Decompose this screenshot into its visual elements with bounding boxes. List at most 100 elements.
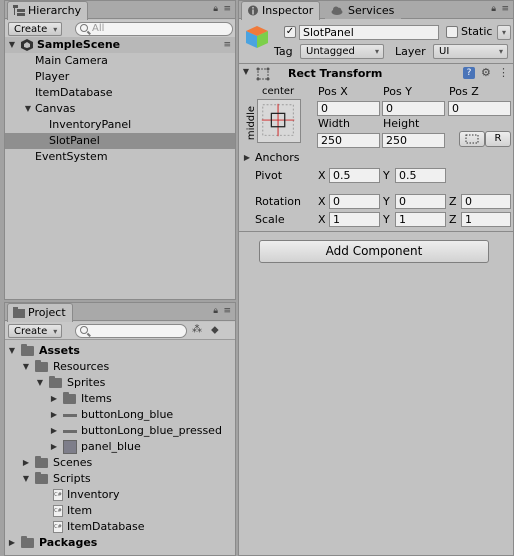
component-menu-icon[interactable]: ⋮ xyxy=(498,66,509,79)
pivot-label: Pivot xyxy=(255,169,283,182)
help-icon[interactable]: ? xyxy=(463,67,475,79)
lock-icon[interactable]: 🔒︎ xyxy=(213,4,218,14)
collapse-arrow-icon[interactable]: ▶ xyxy=(7,535,17,551)
collapse-arrow-icon[interactable]: ▶ xyxy=(49,423,59,439)
object-name-field[interactable]: SlotPanel xyxy=(299,25,439,40)
static-dropdown[interactable] xyxy=(497,25,511,40)
active-checkbox[interactable]: ✓ xyxy=(284,26,296,38)
collapse-arrow-icon[interactable]: ▶ xyxy=(242,153,252,162)
expand-arrow-icon[interactable]: ▼ xyxy=(21,471,31,487)
collapse-arrow-icon[interactable]: ▶ xyxy=(21,455,31,471)
hierarchy-item-selected[interactable]: SlotPanel xyxy=(5,133,235,149)
project-item-label: ItemDatabase xyxy=(67,520,145,533)
rotation-y-field[interactable]: 0 xyxy=(395,194,446,209)
hierarchy-item[interactable]: EventSystem xyxy=(5,149,235,165)
project-item[interactable]: ▶ buttonLong_blue_pressed xyxy=(5,423,235,439)
script-icon: C# xyxy=(53,521,63,533)
project-item[interactable]: C# Item xyxy=(5,503,235,519)
project-item-label: Packages xyxy=(39,536,98,549)
expand-arrow-icon[interactable]: ▼ xyxy=(21,359,31,375)
menu-icon[interactable]: ≡ xyxy=(223,4,231,14)
menu-icon[interactable]: ≡ xyxy=(501,4,509,14)
project-item[interactable]: ▶ Packages xyxy=(5,535,235,551)
hierarchy-item[interactable]: InventoryPanel xyxy=(5,117,235,133)
scale-z-field[interactable]: 1 xyxy=(461,212,511,227)
project-panel: Project 🔒︎ ≡ Create ⁂ ⬥ ▼ Assets ▼ Resou… xyxy=(4,302,236,556)
settings-icon[interactable]: ⚙ xyxy=(481,66,491,79)
rotation-x-field[interactable]: 0 xyxy=(329,194,380,209)
project-item[interactable]: ▶ Items xyxy=(5,391,235,407)
expand-arrow-icon[interactable]: ▼ xyxy=(23,101,33,117)
collapse-arrow-icon[interactable]: ▶ xyxy=(49,391,59,407)
anchors-label[interactable]: Anchors xyxy=(255,151,300,165)
project-item[interactable]: ▼ Assets xyxy=(5,343,235,359)
menu-icon[interactable]: ≡ xyxy=(223,306,231,316)
filter-by-type-icon[interactable]: ⁂ xyxy=(192,324,202,335)
script-icon: C# xyxy=(53,489,63,501)
project-search-input[interactable] xyxy=(75,324,187,338)
tag-label: Tag xyxy=(274,45,293,58)
pivot-x-field[interactable]: 0.5 xyxy=(329,168,380,183)
project-item[interactable]: ▶ panel_blue xyxy=(5,439,235,455)
pivot-y-field[interactable]: 0.5 xyxy=(395,168,446,183)
hierarchy-search-input[interactable]: All xyxy=(75,22,233,36)
hierarchy-item-label: InventoryPanel xyxy=(49,118,132,131)
inspector-icon xyxy=(248,5,258,16)
project-item-label: Item xyxy=(67,504,93,517)
project-item[interactable]: ▼ Scripts xyxy=(5,471,235,487)
hierarchy-item[interactable]: ▼ Canvas xyxy=(5,101,235,117)
height-field[interactable]: 250 xyxy=(382,133,445,148)
scale-x-axis: X xyxy=(318,213,326,226)
static-label: Static xyxy=(461,25,493,38)
scene-row[interactable]: ▼ SampleScene ≡ xyxy=(5,37,235,53)
project-item[interactable]: ▼ Sprites xyxy=(5,375,235,391)
expand-arrow-icon[interactable]: ▼ xyxy=(7,343,17,359)
folder-icon xyxy=(21,536,34,548)
hierarchy-item-label: Canvas xyxy=(35,102,76,115)
rect-transform-header[interactable]: ▼ Rect Transform ? ⚙ ⋮ xyxy=(239,65,513,83)
layer-dropdown[interactable]: UI xyxy=(433,44,508,59)
expand-arrow-icon[interactable]: ▼ xyxy=(35,375,45,391)
expand-arrow-icon[interactable]: ▼ xyxy=(7,37,17,53)
blueprint-mode-button[interactable] xyxy=(459,131,485,147)
scale-x-field[interactable]: 1 xyxy=(329,212,380,227)
hierarchy-item[interactable]: ItemDatabase xyxy=(5,85,235,101)
expand-arrow-icon[interactable]: ▼ xyxy=(241,67,251,76)
rotation-label: Rotation xyxy=(255,195,302,208)
tab-hierarchy-label: Hierarchy xyxy=(28,4,82,17)
scene-menu-icon[interactable]: ≡ xyxy=(223,37,231,53)
project-item[interactable]: ▶ buttonLong_blue xyxy=(5,407,235,423)
raw-edit-button[interactable]: R xyxy=(485,131,511,147)
collapse-arrow-icon[interactable]: ▶ xyxy=(49,407,59,423)
project-create-button[interactable]: Create xyxy=(8,324,63,338)
pos-z-field[interactable]: 0 xyxy=(448,101,511,116)
collapse-arrow-icon[interactable]: ▶ xyxy=(49,439,59,455)
project-item[interactable]: C# Inventory xyxy=(5,487,235,503)
hierarchy-item[interactable]: Main Camera xyxy=(5,53,235,69)
hierarchy-create-button[interactable]: Create xyxy=(8,22,63,36)
tab-hierarchy[interactable]: Hierarchy xyxy=(7,1,89,20)
lock-icon[interactable]: 🔒︎ xyxy=(213,306,218,316)
scale-y-field[interactable]: 1 xyxy=(395,212,446,227)
pos-y-field[interactable]: 0 xyxy=(382,101,445,116)
tab-services[interactable]: Services xyxy=(325,1,402,19)
tag-dropdown[interactable]: Untagged xyxy=(300,44,384,59)
width-field[interactable]: 250 xyxy=(317,133,380,148)
project-item[interactable]: ▶ Scenes xyxy=(5,455,235,471)
project-item[interactable]: C# ItemDatabase xyxy=(5,519,235,535)
tab-project[interactable]: Project xyxy=(7,303,73,322)
project-item[interactable]: ▼ Resources xyxy=(5,359,235,375)
anchor-preset-button[interactable] xyxy=(257,99,301,143)
tab-inspector[interactable]: Inspector xyxy=(241,1,321,20)
hierarchy-item[interactable]: Player xyxy=(5,69,235,85)
search-icon xyxy=(80,326,88,334)
pos-x-field[interactable]: 0 xyxy=(317,101,380,116)
lock-icon[interactable]: 🔒︎ xyxy=(491,4,496,14)
project-item-label: Inventory xyxy=(67,488,120,501)
rotation-z-field[interactable]: 0 xyxy=(461,194,511,209)
static-checkbox[interactable] xyxy=(446,26,458,38)
add-component-button[interactable]: Add Component xyxy=(259,240,489,263)
hierarchy-item-label: SlotPanel xyxy=(49,134,100,147)
width-label: Width xyxy=(318,117,350,130)
filter-by-label-icon[interactable]: ⬥ xyxy=(211,323,219,337)
